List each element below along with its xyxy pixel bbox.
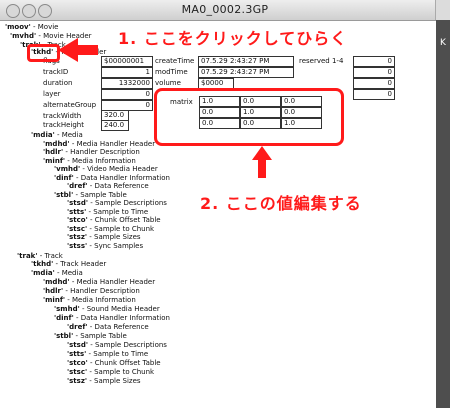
left-arrow-icon — [58, 38, 98, 62]
up-arrow-icon — [252, 146, 272, 178]
annotation-step-2: 2. ここの値編集する — [200, 194, 362, 213]
annotation-step-1: 1. ここをクリックしてひらく — [118, 29, 348, 48]
